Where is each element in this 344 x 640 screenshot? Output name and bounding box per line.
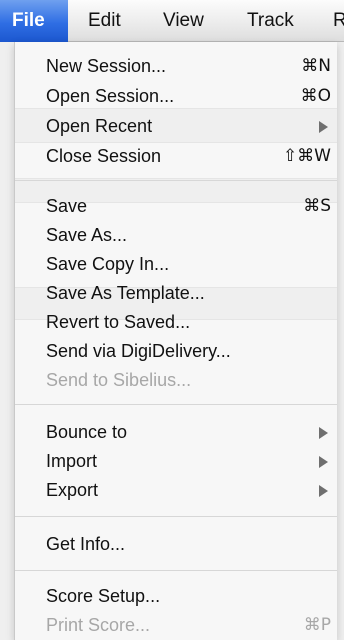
menu-item-get-info[interactable]: Get Info... (46, 530, 331, 558)
menu-item-label: Save (46, 196, 88, 216)
menu-item-save-as-template[interactable]: Save As Template... (46, 279, 331, 307)
menu-separator (15, 516, 337, 517)
chevron-right-icon (319, 121, 328, 133)
menu-item-label: Save As Template... (46, 283, 205, 303)
menu-item-label: Open Session... (46, 86, 175, 106)
menubar-file[interactable]: File (0, 0, 68, 42)
menu-item-save-as[interactable]: Save As... (46, 221, 331, 249)
menu-item-label: Open Recent (46, 116, 153, 136)
menu-item-open-session[interactable]: Open Session... ⌘O (46, 82, 331, 110)
menu-item-label: New Session... (46, 56, 167, 76)
menu-separator (15, 404, 337, 405)
menu-item-send-to-sibelius: Send to Sibelius... (46, 366, 331, 394)
file-menu: New Session... ⌘N Open Session... ⌘O Ope… (14, 42, 337, 640)
menu-bar: File Edit View Track R (0, 0, 344, 42)
menu-item-label: Export (46, 480, 99, 500)
menu-item-label: Send via DigiDelivery... (46, 341, 231, 361)
menu-item-label: Revert to Saved... (46, 312, 191, 332)
chevron-right-icon (319, 456, 328, 468)
menu-item-label: Close Session (46, 146, 162, 166)
menubar-edit[interactable]: Edit (88, 0, 121, 42)
menu-item-label: Send to Sibelius... (46, 370, 192, 390)
menu-item-open-recent[interactable]: Open Recent (46, 112, 331, 140)
menu-item-label: Print Score... (46, 615, 151, 635)
menubar-track[interactable]: Track (247, 0, 294, 42)
shortcut-label: ⌘N (301, 56, 331, 76)
menu-item-save-copy-in[interactable]: Save Copy In... (46, 250, 331, 278)
menu-item-label: Get Info... (46, 534, 126, 554)
menu-item-import[interactable]: Import (46, 447, 331, 475)
menu-item-bounce-to[interactable]: Bounce to (46, 418, 331, 446)
chevron-right-icon (319, 427, 328, 439)
menu-item-revert-to-saved[interactable]: Revert to Saved... (46, 308, 331, 336)
menu-separator (15, 570, 337, 571)
shortcut-label: ⌘P (303, 615, 331, 635)
menu-item-label: Import (46, 451, 98, 471)
menubar-view[interactable]: View (163, 0, 204, 42)
menu-item-close-session[interactable]: Close Session ⇧⌘W (46, 142, 331, 170)
screen: File Edit View Track R New Session... ⌘N… (0, 0, 344, 640)
menu-item-print-score: Print Score... ⌘P (46, 611, 331, 639)
menu-item-label: Score Setup... (46, 586, 161, 606)
menu-item-score-setup[interactable]: Score Setup... (46, 582, 331, 610)
menu-item-save[interactable]: Save ⌘S (46, 192, 331, 220)
menu-item-label: Bounce to (46, 422, 128, 442)
menu-item-new-session[interactable]: New Session... ⌘N (46, 52, 331, 80)
menu-item-send-via-digidelivery[interactable]: Send via DigiDelivery... (46, 337, 331, 365)
menu-item-label: Save Copy In... (46, 254, 170, 274)
shortcut-label: ⇧⌘W (282, 146, 331, 166)
shortcut-label: ⌘S (303, 196, 331, 216)
chevron-right-icon (319, 485, 328, 497)
menubar-partial-item[interactable]: R (333, 0, 344, 42)
menu-separator (15, 180, 337, 181)
menu-item-label: Save As... (46, 225, 128, 245)
shortcut-label: ⌘O (300, 86, 331, 106)
menu-item-export[interactable]: Export (46, 476, 331, 504)
